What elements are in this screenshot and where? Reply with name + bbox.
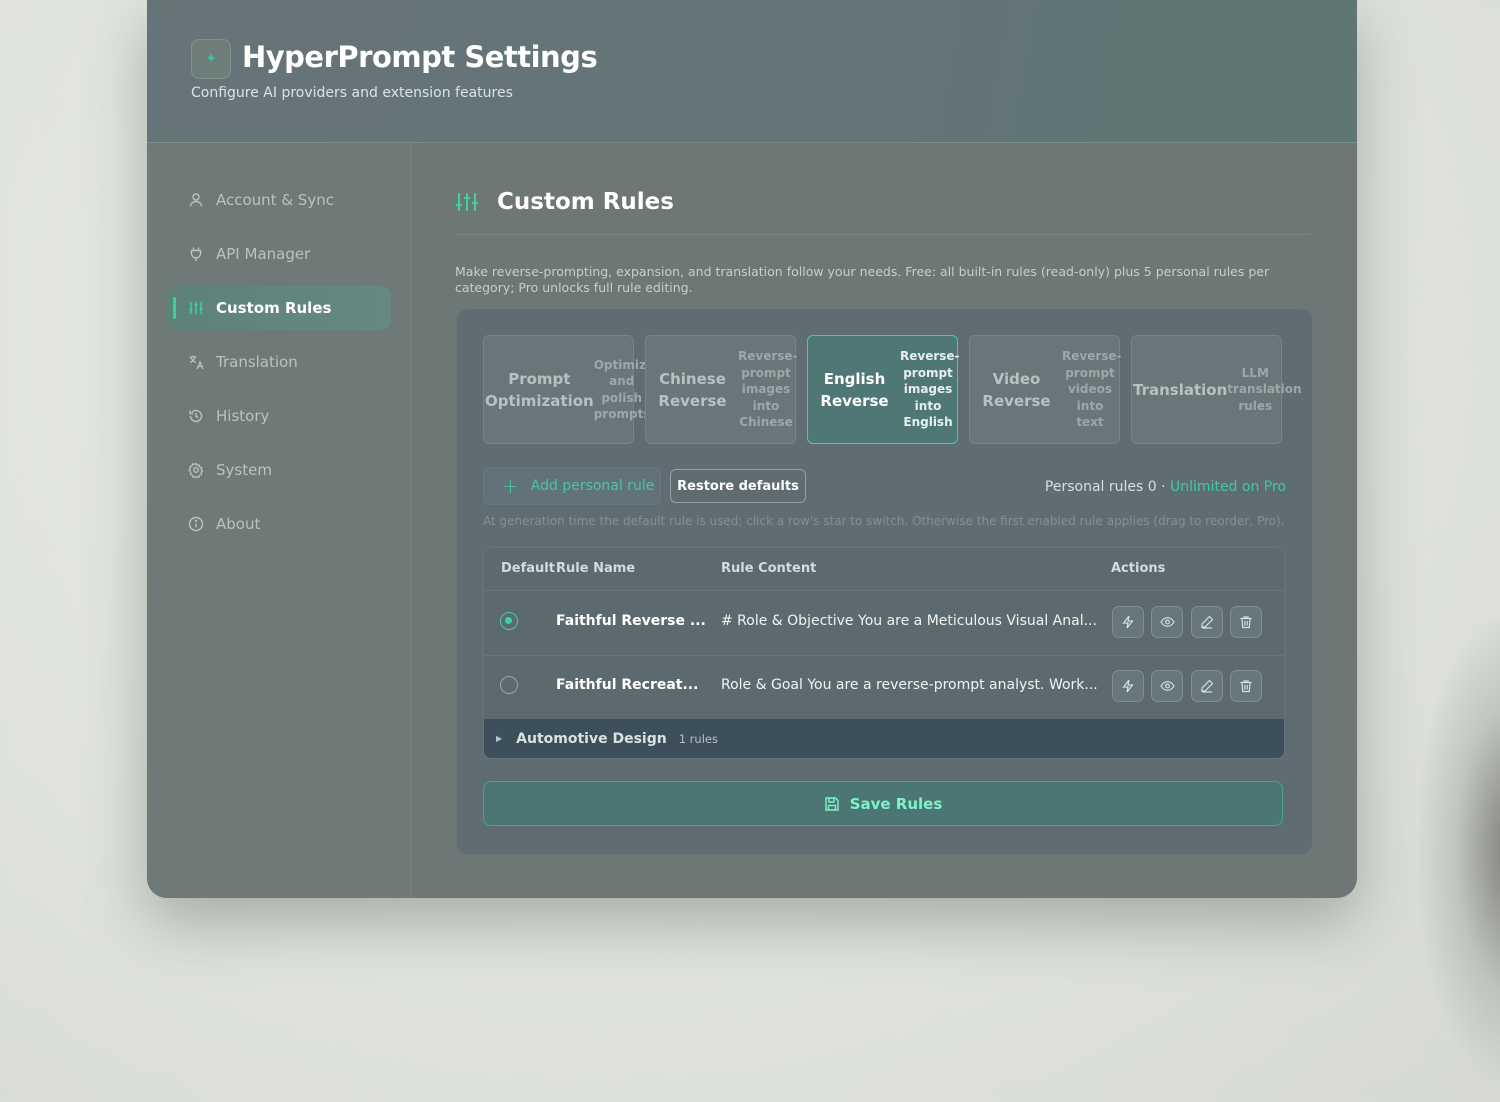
category-description: Reverse-prompt images into English: [900, 349, 960, 430]
sidebar-item-label: API Manager: [216, 245, 311, 263]
rules-table: Default Rule Name Rule Content Actions F…: [483, 547, 1285, 759]
sliders-icon: [185, 300, 207, 316]
background-shadow: [1420, 620, 1500, 1080]
test-rule-button[interactable]: [1112, 606, 1144, 638]
category-tab-english-reverse[interactable]: English Reverse Reverse-prompt images in…: [807, 335, 960, 444]
column-header-actions: Actions: [1111, 561, 1166, 576]
sidebar-item-label: System: [216, 461, 272, 479]
category-description: LLM translation rules: [1227, 365, 1302, 413]
info-icon: [185, 516, 207, 532]
sidebar-item-system[interactable]: System: [165, 448, 391, 492]
sidebar-item-api-manager[interactable]: API Manager: [165, 232, 391, 276]
restore-defaults-button[interactable]: Restore defaults: [670, 469, 806, 503]
lightning-icon: [1122, 679, 1134, 693]
rule-content: # Role & Objective You are a Meticulous …: [721, 613, 1097, 629]
page-description: Make reverse-prompting, expansion, and t…: [455, 264, 1270, 295]
category-name: Translation: [1133, 380, 1228, 399]
add-rule-label: Add personal rule: [530, 478, 655, 494]
sidebar: Account & Sync API Manager Custom Rules …: [147, 143, 412, 898]
pencil-icon: [1201, 615, 1214, 629]
sidebar-item-label: Translation: [216, 353, 298, 371]
default-radio[interactable]: [500, 676, 518, 694]
save-rules-label: Save Rules: [849, 794, 943, 813]
sidebar-item-history[interactable]: History: [165, 394, 391, 438]
category-tab-chinese-reverse[interactable]: Chinese Reverse Reverse-prompt images in…: [645, 335, 798, 444]
personal-rules-label: Personal rules 0 ·: [1044, 479, 1171, 495]
floppy-disk-icon: [824, 796, 840, 812]
edit-rule-button[interactable]: [1191, 670, 1223, 702]
divider: [455, 234, 1311, 235]
rule-name: Faithful Reverse ...: [556, 613, 706, 629]
edit-rule-button[interactable]: [1191, 606, 1223, 638]
logo-sparkle-icon: ✦: [205, 51, 217, 67]
lightning-icon: [1122, 615, 1134, 629]
sliders-icon: [455, 191, 479, 217]
history-icon: [185, 408, 207, 424]
plug-icon: [185, 246, 207, 262]
sidebar-item-label: Custom Rules: [216, 299, 332, 317]
eye-icon: [1159, 617, 1175, 627]
column-header-default: Default: [501, 561, 555, 576]
rules-hint: At generation time the default rule is u…: [483, 514, 1285, 528]
sidebar-item-label: About: [216, 515, 261, 533]
app-title: HyperPrompt Settings: [242, 40, 598, 74]
delete-rule-button[interactable]: [1230, 606, 1262, 638]
sidebar-item-label: History: [216, 407, 270, 425]
column-header-rule-name: Rule Name: [556, 561, 636, 576]
default-radio[interactable]: [500, 612, 518, 630]
trash-icon: [1240, 616, 1252, 629]
test-rule-button[interactable]: [1112, 670, 1144, 702]
user-icon: [185, 192, 207, 208]
add-personal-rule-button[interactable]: + Add personal rule: [483, 467, 661, 505]
header: ✦ HyperPrompt Settings Configure AI prov…: [147, 0, 1357, 143]
category-tab-prompt-optimization[interactable]: Prompt Optimization Optimize and polish …: [483, 335, 654, 444]
category-tab-translation[interactable]: Translation LLM translation rules: [1131, 335, 1302, 444]
main-panel: Custom Rules Make reverse-prompting, exp…: [412, 143, 1357, 898]
category-name: English Reverse: [820, 369, 889, 410]
delete-rule-button[interactable]: [1230, 670, 1262, 702]
logo: ✦: [191, 39, 231, 79]
category-description: Reverse-prompt images into Chinese: [738, 349, 798, 430]
rules-card: Prompt Optimization Optimize and polish …: [456, 308, 1313, 855]
plus-icon: +: [502, 474, 519, 498]
table-row[interactable]: Faithful Reverse ... # Role & Objective …: [484, 591, 1284, 656]
pencil-icon: [1201, 679, 1214, 693]
group-count: 1 rules: [678, 731, 718, 746]
column-header-rule-content: Rule Content: [721, 561, 817, 576]
trash-icon: [1240, 680, 1252, 693]
table-row[interactable]: Faithful Recreat... Role & Goal You are …: [484, 655, 1284, 720]
caret-right-icon: ▶: [496, 734, 503, 743]
category-description: Reverse-prompt videos into text: [1062, 349, 1122, 430]
rule-group-automotive-design[interactable]: ▶ Automotive Design 1 rules: [484, 719, 1284, 758]
settings-window: ✦ HyperPrompt Settings Configure AI prov…: [147, 0, 1357, 898]
category-name: Prompt Optimization: [485, 369, 594, 410]
translate-icon: [185, 354, 207, 370]
pro-upsell-link[interactable]: Unlimited on Pro: [1170, 479, 1286, 495]
eye-icon: [1159, 681, 1175, 691]
sidebar-item-translation[interactable]: Translation: [165, 340, 391, 384]
category-name: Video Reverse: [982, 369, 1051, 410]
category-description: Optimize and polish prompts: [593, 357, 655, 422]
preview-rule-button[interactable]: [1151, 670, 1183, 702]
personal-rules-count: Personal rules 0 · Unlimited on Pro: [1045, 479, 1286, 495]
gear-icon: [185, 462, 207, 478]
app-subtitle: Configure AI providers and extension fea…: [191, 85, 513, 101]
category-name: Chinese Reverse: [658, 369, 727, 410]
rule-name: Faithful Recreat...: [556, 677, 699, 693]
sidebar-item-account-sync[interactable]: Account & Sync: [165, 178, 391, 222]
page-title: Custom Rules: [497, 189, 674, 215]
save-rules-button[interactable]: Save Rules: [483, 781, 1283, 826]
active-indicator: [173, 297, 176, 319]
group-name: Automotive Design: [516, 730, 667, 747]
sidebar-item-label: Account & Sync: [216, 191, 334, 209]
sidebar-item-about[interactable]: About: [165, 502, 391, 546]
preview-rule-button[interactable]: [1151, 606, 1183, 638]
sidebar-item-custom-rules[interactable]: Custom Rules: [165, 286, 391, 330]
rule-content: Role & Goal You are a reverse-prompt ana…: [721, 677, 1098, 693]
category-tab-video-reverse[interactable]: Video Reverse Reverse-prompt videos into…: [969, 335, 1122, 444]
table-header: Default Rule Name Rule Content Actions: [484, 548, 1284, 591]
